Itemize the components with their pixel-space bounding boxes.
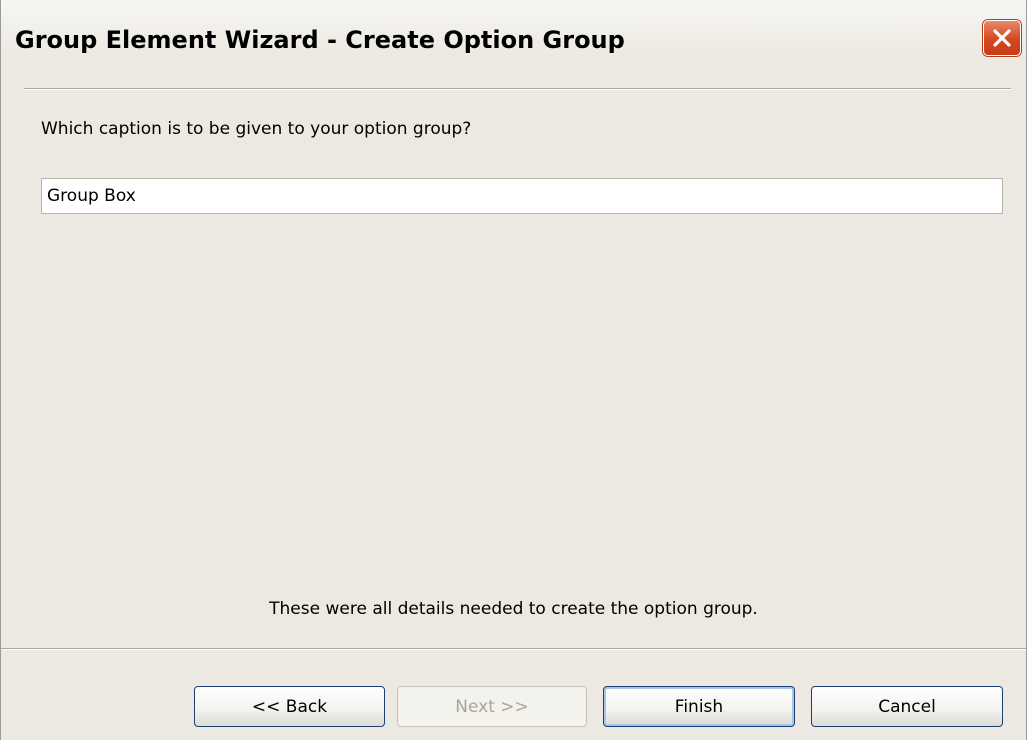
- status-message: These were all details needed to create …: [269, 599, 758, 619]
- footer-divider: [1, 648, 1026, 650]
- finish-button[interactable]: Finish: [603, 686, 795, 727]
- next-button[interactable]: Next >>: [397, 686, 587, 727]
- wizard-window: Group Element Wizard - Create Option Gro…: [0, 0, 1027, 740]
- back-button[interactable]: << Back: [194, 686, 385, 727]
- header-divider: [24, 88, 1011, 90]
- caption-prompt-label: Which caption is to be given to your opt…: [41, 119, 472, 139]
- close-icon: [993, 29, 1011, 47]
- close-button[interactable]: [983, 20, 1021, 56]
- window-title: Group Element Wizard - Create Option Gro…: [15, 26, 625, 54]
- title-bar: Group Element Wizard - Create Option Gro…: [1, 0, 1026, 80]
- cancel-button[interactable]: Cancel: [811, 686, 1003, 727]
- caption-input[interactable]: [41, 178, 1003, 214]
